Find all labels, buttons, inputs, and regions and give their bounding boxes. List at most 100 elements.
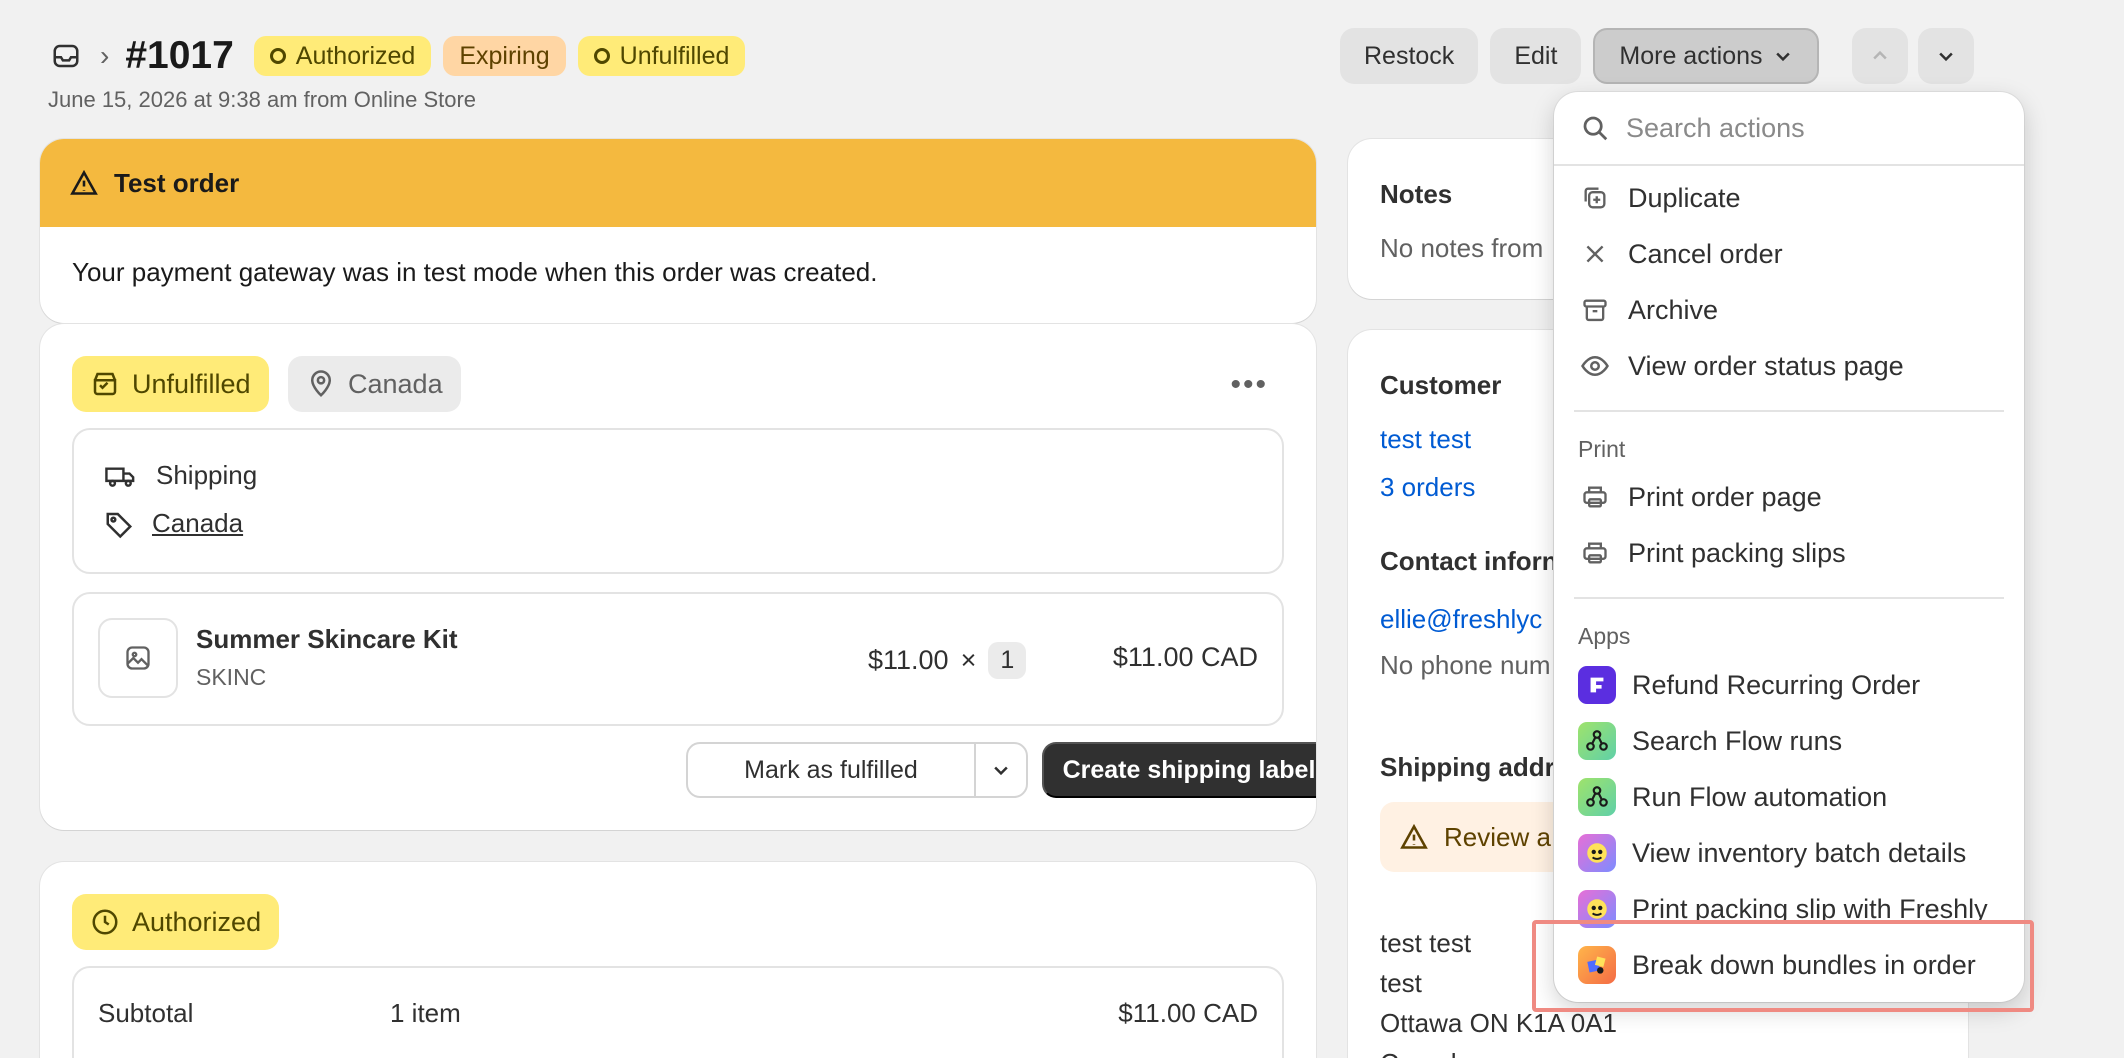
flow-app-icon xyxy=(1578,778,1616,816)
fulfillment-card: Unfulfilled Canada ••• Shipping Canada S… xyxy=(40,324,1316,830)
subtotal-value: $11.00 CAD xyxy=(1118,998,1258,1028)
badge-label: Expiring xyxy=(459,41,550,70)
search-actions-placeholder: Search actions xyxy=(1626,112,1805,143)
inbox-icon[interactable] xyxy=(48,38,84,74)
menu-item-view-inventory-batch[interactable]: View inventory batch details xyxy=(1578,828,2008,878)
chevron-down-icon xyxy=(1775,52,1790,62)
badge-label: Authorized xyxy=(295,41,416,70)
package-icon xyxy=(93,372,117,396)
menu-item-duplicate[interactable]: Duplicate xyxy=(1578,173,2008,223)
notes-text: No notes from xyxy=(1380,233,1544,263)
apps-section-label: Apps xyxy=(1578,623,1631,649)
image-placeholder-icon xyxy=(126,646,150,670)
menu-item-label: Cancel order xyxy=(1628,238,1783,269)
status-badge-unfulfilled: Unfulfilled xyxy=(577,36,746,76)
freshly-app-icon xyxy=(1578,834,1616,872)
restock-button[interactable]: Restock xyxy=(1340,28,1479,84)
menu-item-archive[interactable]: Archive xyxy=(1578,285,2008,335)
fulfill-options-button[interactable] xyxy=(974,742,1028,798)
multiply-sign: × xyxy=(960,645,977,675)
status-badge-expiring: Expiring xyxy=(443,36,566,76)
warning-icon xyxy=(70,169,98,195)
clock-icon xyxy=(92,909,118,935)
shipping-row: Shipping xyxy=(104,460,257,491)
mark-as-fulfilled-button[interactable]: Mark as fulfilled xyxy=(686,742,976,798)
test-order-message: Your payment gateway was in test mode wh… xyxy=(72,257,878,287)
more-actions-button[interactable]: More actions xyxy=(1593,28,1819,84)
more-actions-label: More actions xyxy=(1619,41,1763,70)
ring-icon xyxy=(269,48,286,64)
warning-icon xyxy=(1400,823,1428,849)
product-name[interactable]: Summer Skincare Kit xyxy=(196,624,458,655)
payment-summary: Subtotal 1 item $11.00 CAD xyxy=(72,966,1284,1058)
order-header: › #1017 Authorized Expiring Unfulfilled xyxy=(48,34,746,78)
menu-item-label: Print order page xyxy=(1628,481,1822,512)
shipping-zone-row: Canada xyxy=(104,508,243,539)
menu-item-refund-recurring-order[interactable]: Refund Recurring Order xyxy=(1578,660,2008,710)
contact-title: Contact inforn xyxy=(1380,546,1558,576)
menu-item-print-order-page[interactable]: Print order page xyxy=(1578,472,2008,522)
product-price: $11.00 × 1 xyxy=(868,642,1027,679)
payment-status-badge: Authorized xyxy=(72,894,280,950)
customer-name-link[interactable]: test test xyxy=(1380,424,1471,455)
menu-item-run-flow-automation[interactable]: Run Flow automation xyxy=(1578,772,2008,822)
previous-order-button[interactable] xyxy=(1852,28,1908,84)
order-number: #1017 xyxy=(125,34,234,77)
breadcrumb-chevron-icon: › xyxy=(100,40,110,71)
badge-label: Unfulfilled xyxy=(619,41,730,70)
location-pin-icon xyxy=(310,370,332,397)
menu-item-label: Run Flow automation xyxy=(1632,781,1888,812)
shipping-label: Shipping xyxy=(156,460,258,490)
edit-button[interactable]: Edit xyxy=(1490,28,1582,84)
payment-status-label: Authorized xyxy=(132,906,262,937)
location-label: Canada xyxy=(348,368,443,399)
address-line: Ottawa ON K1A 0A1 xyxy=(1380,1008,1618,1038)
menu-item-label: Refund Recurring Order xyxy=(1632,669,1921,700)
menu-item-label: Duplicate xyxy=(1628,182,1741,213)
address-line: test test xyxy=(1380,928,1472,958)
customer-orders-link[interactable]: 3 orders xyxy=(1380,472,1475,503)
eye-icon xyxy=(1578,349,1612,383)
menu-item-label: Search Flow runs xyxy=(1632,725,1843,756)
product-thumbnail[interactable] xyxy=(98,618,178,698)
status-badge-authorized: Authorized xyxy=(253,36,432,76)
review-address-text: Review a xyxy=(1444,821,1551,852)
shipping-method-box: Shipping Canada xyxy=(72,428,1284,574)
menu-item-label: View order status page xyxy=(1628,350,1904,381)
archive-icon xyxy=(1578,293,1612,327)
customer-email-link[interactable]: ellie@freshlyc xyxy=(1380,604,1542,635)
customer-phone: No phone num xyxy=(1380,650,1551,680)
next-order-button[interactable] xyxy=(1918,28,1974,84)
create-shipping-label-button[interactable]: Create shipping label xyxy=(1042,742,1316,798)
test-order-title: Test order xyxy=(114,167,240,198)
line-item: Summer Skincare Kit SKINC $11.00 × 1 $11… xyxy=(72,592,1284,726)
printer-icon xyxy=(1578,536,1612,570)
quantity-badge: 1 xyxy=(988,642,1027,679)
shipping-address-title: Shipping addr xyxy=(1380,752,1555,782)
tag-icon xyxy=(106,512,133,538)
more-options-icon[interactable]: ••• xyxy=(1230,368,1268,402)
fulfillment-status-badge: Unfulfilled xyxy=(72,356,269,412)
fulfillment-status-label: Unfulfilled xyxy=(132,368,251,399)
menu-item-print-packing-slips[interactable]: Print packing slips xyxy=(1578,528,2008,578)
printer-icon xyxy=(1578,480,1612,514)
recurring-app-icon xyxy=(1578,666,1616,704)
address-line: Canada xyxy=(1380,1048,1471,1058)
chevron-down-icon xyxy=(1939,52,1953,62)
chevron-up-icon xyxy=(1873,50,1887,60)
menu-item-cancel-order[interactable]: Cancel order xyxy=(1578,229,2008,279)
payment-card: Authorized Subtotal 1 item $11.00 CAD xyxy=(40,862,1316,1058)
line-total: $11.00 CAD xyxy=(1112,642,1258,672)
menu-item-search-flow-runs[interactable]: Search Flow runs xyxy=(1578,716,2008,766)
location-badge: Canada xyxy=(288,356,461,412)
menu-item-view-order-status[interactable]: View order status page xyxy=(1578,341,2008,391)
search-icon xyxy=(1583,116,1608,141)
menu-item-label: Archive xyxy=(1628,294,1719,325)
search-actions-field[interactable]: Search actions xyxy=(1554,92,2024,166)
notes-title: Notes xyxy=(1380,179,1453,209)
truck-icon xyxy=(105,467,135,487)
menu-item-label: View inventory batch details xyxy=(1632,837,1967,868)
test-order-header: Test order xyxy=(40,139,1316,227)
shipping-zone-link[interactable]: Canada xyxy=(152,508,243,539)
more-actions-menu: Search actions Duplicate Cancel order Ar… xyxy=(1554,92,2024,1002)
